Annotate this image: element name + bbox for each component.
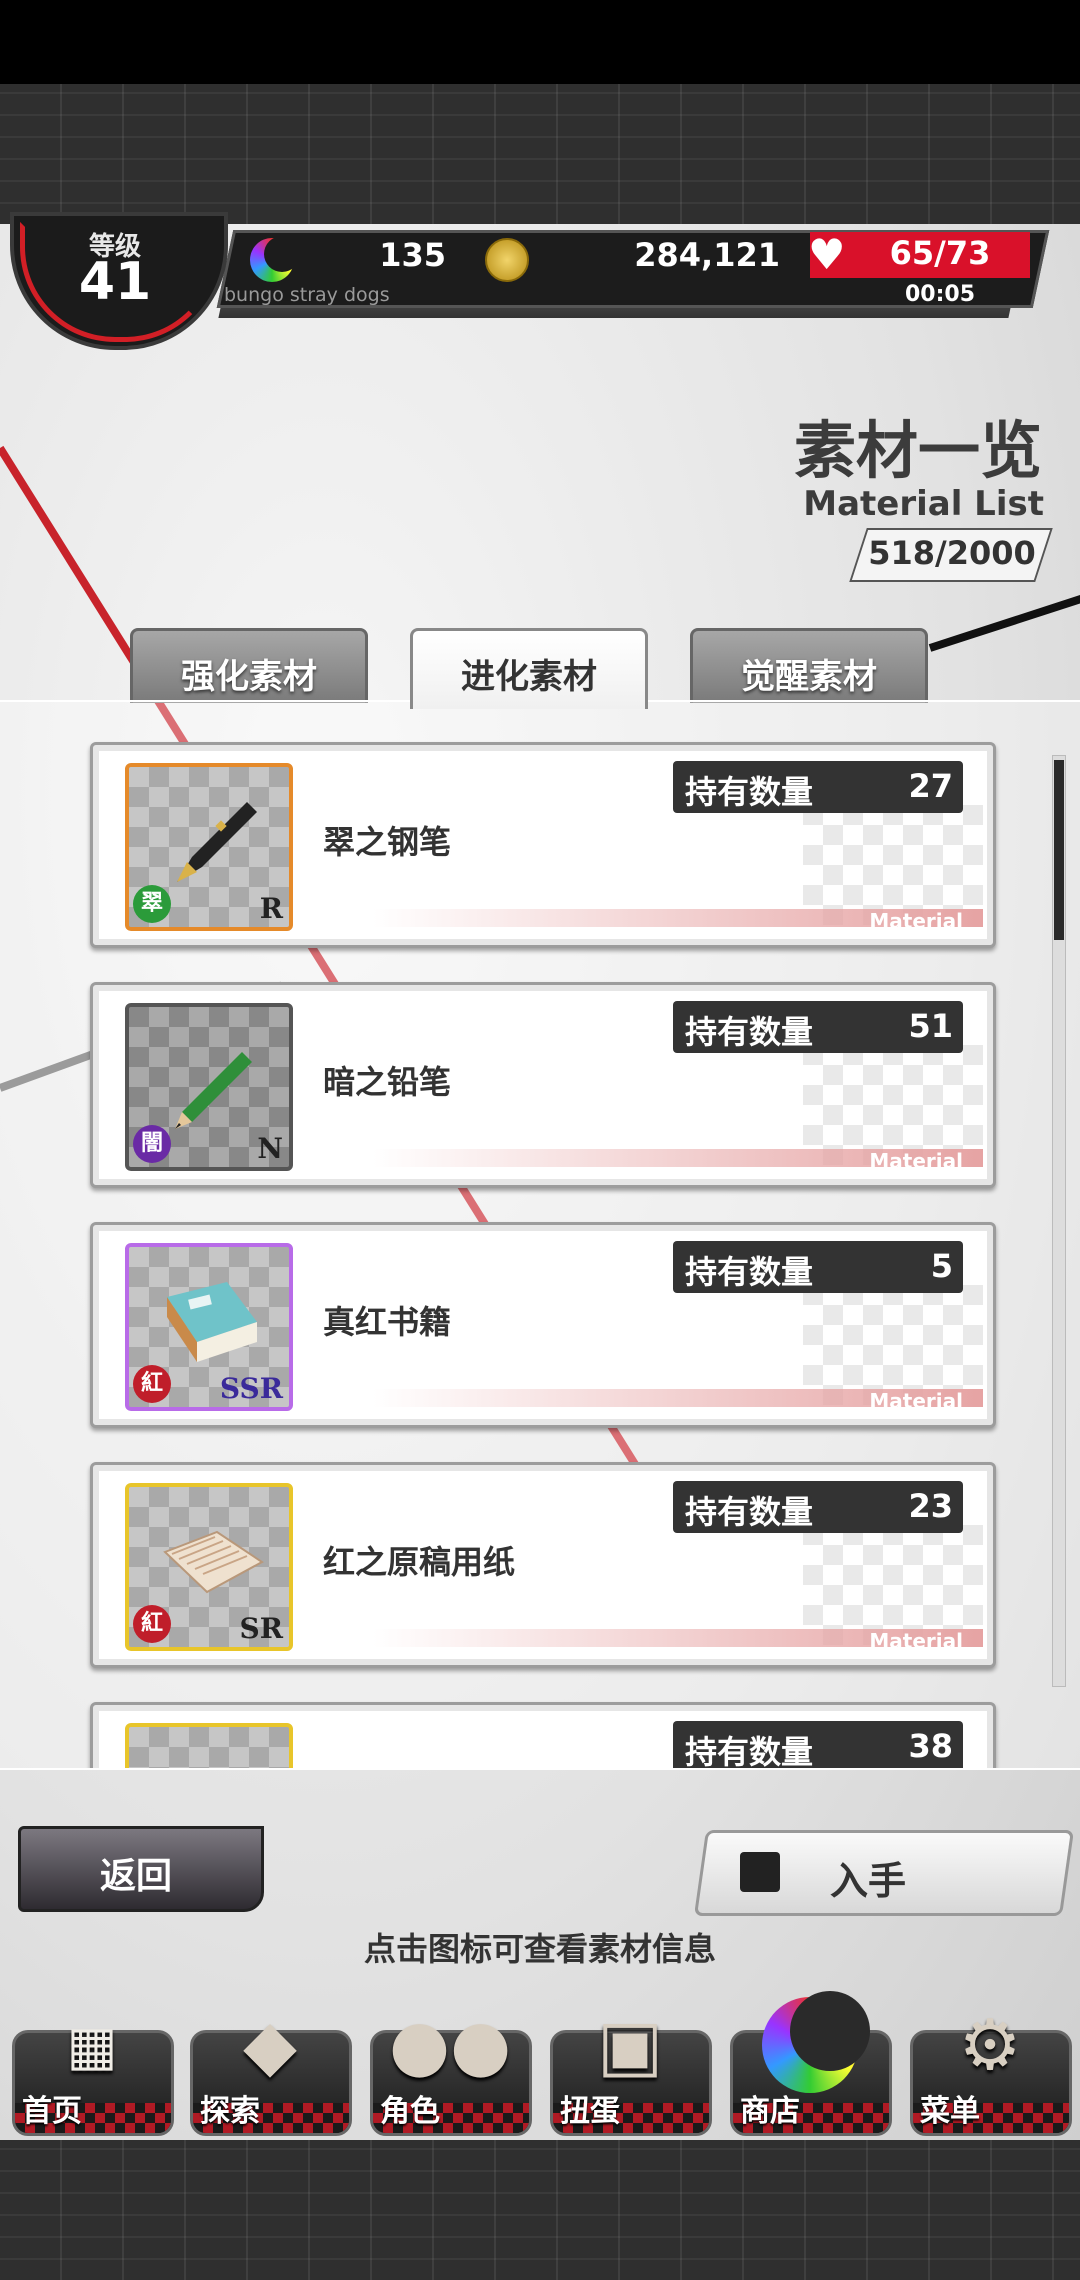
book-icon <box>167 1282 257 1362</box>
tab-label: 觉醒素材 <box>741 657 877 697</box>
material-name: 红之原稿用纸 <box>323 1543 516 1581</box>
material-name: 真红书籍 <box>323 1303 452 1341</box>
material-thumbnail[interactable]: 紅 SR <box>125 1483 293 1651</box>
attribute-badge: 闇 <box>133 1125 171 1163</box>
quantity-label: 持有数量 <box>685 1013 814 1051</box>
attribute-badge: 紅 <box>133 1365 171 1403</box>
tab-evolve-materials[interactable]: 进化素材 <box>410 628 648 709</box>
material-name: 暗之铅笔 <box>323 1063 452 1101</box>
gacha-book-icon: ▣ <box>596 2004 664 2086</box>
nav-label: 探索 <box>200 2094 260 2129</box>
material-tag: Material <box>869 1149 963 1173</box>
rarity-label: R <box>259 892 283 925</box>
moon-stone-icon <box>250 236 300 282</box>
back-button[interactable]: 返回 <box>18 1826 264 1912</box>
nav-shop[interactable]: 商店 <box>730 1990 892 2140</box>
list-item[interactable]: 紅 SSR 真红书籍 持有数量 5 Material <box>90 1222 996 1428</box>
quantity-value: 38 <box>908 1727 953 1765</box>
game-subtitle: bungo stray dogs <box>224 284 390 306</box>
quantity-label: 持有数量 <box>685 1733 814 1770</box>
back-label: 返回 <box>99 1856 172 1897</box>
rarity-label: N <box>257 1132 283 1165</box>
coin-count: 284,121 <box>634 236 780 274</box>
page-title: 素材一览 <box>793 414 1042 487</box>
material-tag: Material <box>869 909 963 933</box>
rainbow-moon-icon <box>750 1990 870 2100</box>
attribute-badge: 紅 <box>133 1605 171 1643</box>
nav-label: 菜单 <box>920 2094 980 2129</box>
nav-gacha[interactable]: ▣ 扭蛋 <box>550 1990 712 2140</box>
ap-value: 65/73 <box>889 234 991 272</box>
characters-icon: ●● <box>388 2004 512 2086</box>
material-thumbnail[interactable]: 紅 SSR <box>125 1243 293 1411</box>
nav-label: 商店 <box>740 2094 800 2129</box>
scrollbar-thumb[interactable] <box>1054 760 1064 940</box>
nav-characters[interactable]: ●● 角色 <box>370 1990 532 2140</box>
material-thumbnail[interactable] <box>125 1723 293 1768</box>
material-count: 518/2000 <box>868 534 1036 572</box>
quantity-label: 持有数量 <box>685 1253 814 1291</box>
quantity-value: 23 <box>908 1487 953 1525</box>
player-hud: bungo stray dogs 等级 41 135 284,121 ♥ 65/… <box>0 212 1080 350</box>
acquire-checkbox-icon[interactable] <box>740 1852 780 1892</box>
status-bar <box>0 0 1080 84</box>
fountain-pen-icon <box>177 802 257 882</box>
material-tag: Material <box>869 1389 963 1413</box>
pencil-icon <box>175 1052 252 1129</box>
material-list-panel[interactable]: 翠 R 翠之钢笔 持有数量 27 Material 闇 N 暗之铅笔 持有数量 … <box>0 700 1080 1770</box>
nav-explore[interactable]: ◆ 探索 <box>190 1990 352 2140</box>
nav-label: 扭蛋 <box>560 2094 620 2129</box>
quantity-value: 51 <box>908 1007 953 1045</box>
ap-heart-icon: ♥ <box>808 230 846 279</box>
ap-timer: 00:05 <box>904 282 976 307</box>
nav-label: 首页 <box>22 2094 82 2129</box>
manuscript-paper-icon <box>163 1530 264 1594</box>
tab-label: 进化素材 <box>461 657 597 697</box>
gear-icon: ⚙ <box>958 2004 1022 2086</box>
list-item[interactable]: 紅 SR 红之原稿用纸 持有数量 23 Material <box>90 1462 996 1668</box>
tiger-icon: ◆ <box>243 2004 297 2086</box>
tab-label: 强化素材 <box>181 657 317 697</box>
quantity-label: 持有数量 <box>685 773 814 811</box>
coin-icon <box>485 238 529 282</box>
tab-enhance-materials[interactable]: 强化素材 <box>130 628 368 703</box>
rarity-label: SSR <box>219 1372 283 1405</box>
material-thumbnail[interactable]: 翠 R <box>125 763 293 931</box>
quantity-value: 5 <box>930 1247 953 1285</box>
rarity-label: SR <box>239 1612 284 1645</box>
material-name: 翠之钢笔 <box>323 823 452 861</box>
quantity-value: 27 <box>908 767 953 805</box>
nav-label: 角色 <box>380 2094 440 2129</box>
quantity-label: 持有数量 <box>685 1493 814 1531</box>
nav-home[interactable]: ▦ 首页 <box>12 1990 174 2140</box>
home-bungo-icon: ▦ <box>66 2013 118 2077</box>
hint-text: 点击图标可查看素材信息 <box>363 1930 716 1968</box>
material-thumbnail[interactable]: 闇 N <box>125 1003 293 1171</box>
attribute-badge: 翠 <box>133 885 171 923</box>
moon-stone-count: 135 <box>379 236 446 274</box>
list-item[interactable]: 持有数量 38 <box>90 1702 996 1770</box>
list-item[interactable]: 翠 R 翠之钢笔 持有数量 27 Material <box>90 742 996 948</box>
top-pattern-band <box>0 84 1080 224</box>
material-tag: Material <box>869 1629 963 1653</box>
bottom-pattern-band <box>0 2140 1080 2280</box>
page-subtitle: Material List <box>803 484 1044 524</box>
nav-menu[interactable]: ⚙ 菜单 <box>910 1990 1072 2140</box>
level-value: 41 <box>78 252 152 312</box>
acquire-label: 入手 <box>830 1859 907 1903</box>
list-item[interactable]: 闇 N 暗之铅笔 持有数量 51 Material <box>90 982 996 1188</box>
tab-awaken-materials[interactable]: 觉醒素材 <box>690 628 928 703</box>
